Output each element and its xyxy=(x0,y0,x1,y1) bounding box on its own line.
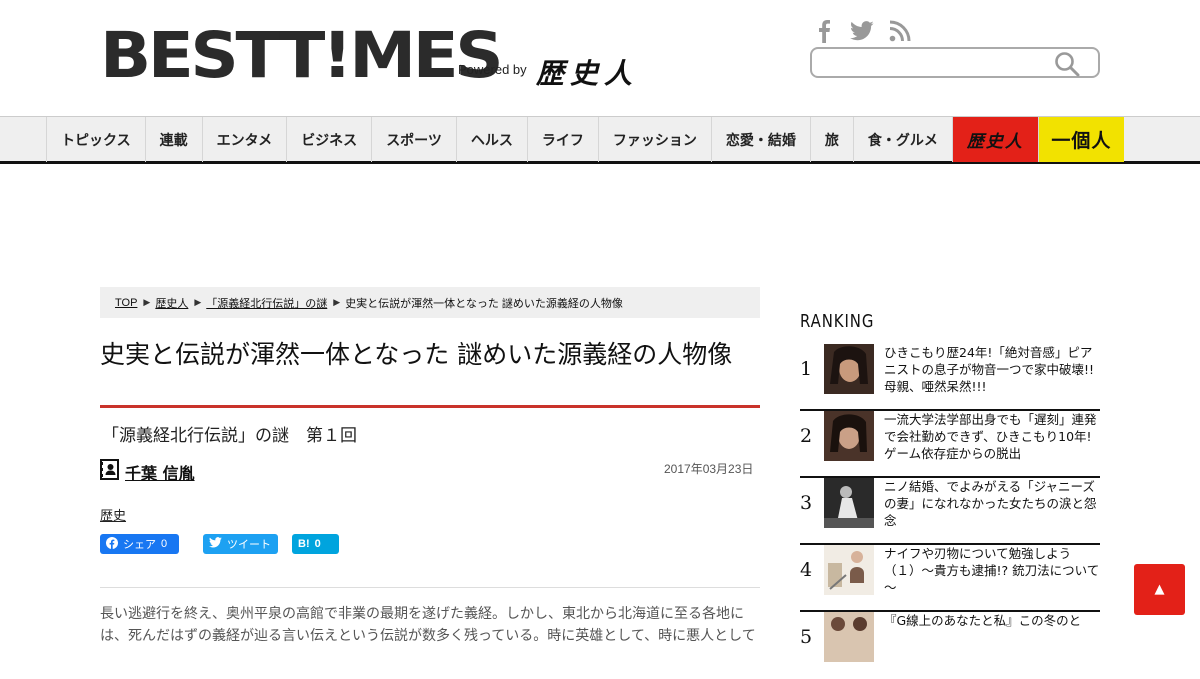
facebook-share-button[interactable]: シェア 0 xyxy=(100,534,179,554)
site-header: BESTT!MES Powered by 歴史人 xyxy=(0,0,1200,116)
hatena-count: 0 xyxy=(314,538,321,550)
author-block: 千葉 信胤 xyxy=(100,459,195,484)
ranking-title: RANKING xyxy=(800,311,875,332)
nav-item-entertainment[interactable]: エンタメ xyxy=(201,117,287,162)
title-divider xyxy=(100,405,760,408)
ranking-item[interactable]: 1 ひきこもり歴24年!「絶対音感」ピアニストの息子が物音一つで家中破壊!! 母… xyxy=(800,344,1107,411)
author-icon xyxy=(100,459,119,484)
breadcrumb-current: 史実と伝説が渾然一体となった 謎めいた源義経の人物像 xyxy=(345,297,623,310)
logo-text: BESTT!MES xyxy=(100,19,504,93)
nav-item-business[interactable]: ビジネス xyxy=(286,117,371,162)
ranking-thumbnail[interactable] xyxy=(824,344,874,394)
main-nav: トピックス 連載 エンタメ ビジネス スポーツ ヘルス ライフ ファッション 恋… xyxy=(0,116,1200,164)
rank-number: 1 xyxy=(800,358,813,380)
facebook-share-label: シェア xyxy=(123,539,156,551)
author-name[interactable]: 千葉 信胤 xyxy=(125,460,195,484)
hatena-bookmark-button[interactable]: B! 0 xyxy=(292,534,339,554)
site-logo[interactable]: BESTT!MES xyxy=(100,16,504,88)
partner-logo[interactable]: 歴史人 xyxy=(536,52,638,92)
facebook-icon xyxy=(106,536,118,552)
powered-by-label: Powered by xyxy=(458,62,527,77)
article-body: 長い逃避行を終え、奥州平泉の高館で非業の最期を遂げた義経。しかし、東北から北海道… xyxy=(100,606,756,644)
breadcrumb-rekishijin[interactable]: 歴史人 xyxy=(155,295,188,311)
nav-item-sports[interactable]: スポーツ xyxy=(371,117,456,162)
article-title: 史実と伝説が渾然一体となった 謎めいた源義経の人物像 xyxy=(100,340,733,369)
ranking-item[interactable]: 5 『G線上のあなたと私』この冬のと xyxy=(800,612,1100,679)
ranking-thumbnail[interactable] xyxy=(824,545,874,595)
hatena-label: B! xyxy=(298,538,310,550)
rank-number: 2 xyxy=(800,425,813,447)
breadcrumb-top[interactable]: TOP xyxy=(115,297,137,309)
rank-number: 3 xyxy=(800,492,813,514)
nav-item-fashion[interactable]: ファッション xyxy=(597,117,711,162)
nav-items: トピックス 連載 エンタメ ビジネス スポーツ ヘルス ライフ ファッション 恋… xyxy=(46,117,1124,162)
ranking-headline: ひきこもり歴24年!「絶対音感」ピアニストの息子が物音一つで家中破壊!! 母親、… xyxy=(884,345,1107,394)
breadcrumb-arrow-icon: ▶ xyxy=(333,297,341,307)
rss-icon[interactable] xyxy=(888,18,912,44)
search-box xyxy=(810,47,1100,78)
nav-item-ikkojin[interactable]: 一個人 xyxy=(1037,117,1124,162)
article-divider xyxy=(100,587,760,588)
ranking-headline: ニノ結婚、でよみがえる「ジャニーズの妻」になれなかった女たちの涙と怨念 xyxy=(884,479,1097,528)
rank-number: 4 xyxy=(800,559,813,581)
facebook-share-count: 0 xyxy=(161,538,168,550)
ranking-headline: ナイフや刃物について勉強しよう（１）～貴方も逮捕!? 銃刀法について～ xyxy=(884,546,1100,595)
ranking-thumbnail[interactable] xyxy=(824,478,874,528)
ranking-headline: 『G線上のあなたと私』この冬のと xyxy=(884,613,1082,628)
back-to-top-button[interactable]: ▲ xyxy=(1134,564,1185,615)
article-subtitle: 「源義経北行伝説」の謎 第１回 xyxy=(102,426,357,446)
social-links xyxy=(812,18,912,44)
twitter-icon[interactable] xyxy=(850,18,874,44)
breadcrumb: TOP ▶ 歴史人 ▶ 「源義経北行伝説」の謎 ▶ 史実と伝説が渾然一体となった… xyxy=(100,287,760,318)
ranking-thumbnail[interactable] xyxy=(824,612,874,662)
breadcrumb-arrow-icon: ▶ xyxy=(143,297,151,307)
nav-item-rekishijin[interactable]: 歴史人 xyxy=(951,117,1038,162)
nav-item-health[interactable]: ヘルス xyxy=(455,117,527,162)
tweet-label: ツイート xyxy=(227,539,271,551)
ranking-item[interactable]: 2 一流大学法学部出身でも「遅刻」連発で会社勤めできず、ひきこもり10年! ゲー… xyxy=(800,411,1105,478)
publish-date: 2017年03月23日 xyxy=(664,462,754,476)
nav-item-topics[interactable]: トピックス xyxy=(46,117,145,162)
nav-item-life[interactable]: ライフ xyxy=(526,117,598,162)
ranking-item[interactable]: 3 ニノ結婚、でよみがえる「ジャニーズの妻」になれなかった女たちの涙と怨念 xyxy=(800,478,1100,545)
rank-number: 5 xyxy=(800,626,813,648)
category-tag[interactable]: 歴史 xyxy=(100,505,126,524)
search-icon[interactable] xyxy=(1054,51,1080,81)
facebook-icon[interactable] xyxy=(812,18,836,44)
nav-item-love-marriage[interactable]: 恋愛・結婚 xyxy=(710,117,810,162)
twitter-icon xyxy=(209,537,222,551)
ranking-thumbnail[interactable] xyxy=(824,411,874,461)
ranking-headline: 一流大学法学部出身でも「遅刻」連発で会社勤めできず、ひきこもり10年! ゲーム依… xyxy=(884,412,1105,461)
tweet-button[interactable]: ツイート xyxy=(203,534,278,554)
nav-item-travel[interactable]: 旅 xyxy=(809,117,853,162)
breadcrumb-arrow-icon: ▶ xyxy=(194,297,202,307)
nav-item-serial[interactable]: 連載 xyxy=(144,117,202,162)
breadcrumb-series[interactable]: 「源義経北行伝説」の謎 xyxy=(206,295,327,311)
ranking-item[interactable]: 4 ナイフや刃物について勉強しよう（１）～貴方も逮捕!? 銃刀法について～ xyxy=(800,545,1100,612)
nav-item-food-gourmet[interactable]: 食・グルメ xyxy=(852,117,952,162)
